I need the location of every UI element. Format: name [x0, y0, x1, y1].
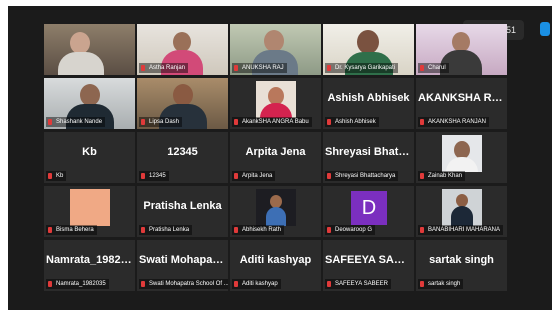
participant-label: Aditi kashyap — [232, 279, 281, 289]
participant-tile[interactable]: SAFEEYA SABEER SAFEEYA SABEER — [323, 240, 414, 291]
participant-tile[interactable]: Aditi kashyap Aditi kashyap — [230, 240, 321, 291]
participant-label: Swati Mohapatra School Of ... — [139, 279, 228, 289]
participant-label: Arpita Jena — [232, 171, 276, 181]
participant-avatar: D — [351, 191, 387, 225]
side-panel-icon[interactable] — [540, 22, 550, 36]
participant-label: Dr. Kysarya Garikapati — [325, 63, 399, 73]
participant-label: Kb — [46, 171, 67, 181]
participant-name: SAFEEYA SABEER — [325, 254, 414, 266]
participant-label: AKANKSHA RANJAN — [418, 117, 490, 127]
participant-name: Shreyasi Bhatta... — [325, 146, 414, 158]
participant-tile[interactable]: ANUKSHA RAJ — [230, 24, 321, 75]
participant-tile[interactable]: Abhisekh Rath — [230, 186, 321, 237]
participant-tile[interactable]: D Deowaroop G — [323, 186, 414, 237]
participant-name: Namrata_19820... — [46, 254, 135, 266]
participant-label: ANUKSHA RAJ — [232, 63, 287, 73]
participant-video — [44, 24, 135, 75]
participant-tile[interactable]: Shreyasi Bhatta... Shreyasi Bhattacharya — [323, 132, 414, 183]
participant-label: AkankSHA ANGRA Babu — [232, 117, 312, 127]
participant-tile[interactable]: Namrata_19820... Namrata_1982035 — [44, 240, 135, 291]
participant-photo — [70, 189, 110, 226]
participant-tile[interactable]: Zainab Khan — [416, 132, 507, 183]
participant-label: sartak singh — [418, 279, 464, 289]
participant-name: 12345 — [167, 146, 198, 158]
participant-name: Aditi kashyap — [239, 254, 312, 266]
participant-tile[interactable]: Kb Kb — [44, 132, 135, 183]
participant-name: Pratisha Lenka — [143, 200, 222, 212]
participant-photo — [256, 189, 296, 226]
participant-tile[interactable]: Shashank Nande — [44, 78, 135, 129]
participant-label: BANABIHARI MAHARANA — [418, 225, 504, 235]
participant-name: Kb — [82, 146, 97, 158]
participant-label: Abhisekh Rath — [232, 225, 285, 235]
participant-label: Lipsa Dash — [139, 117, 183, 127]
participant-name: Arpita Jena — [245, 146, 306, 158]
participant-label: Shashank Nande — [46, 117, 106, 127]
participant-photo — [442, 189, 482, 226]
participant-tile[interactable]: 12345 12345 — [137, 132, 228, 183]
participant-tile[interactable]: Bisma Behera — [44, 186, 135, 237]
participant-label: SAFEEYA SABEER — [325, 279, 391, 289]
participant-tile[interactable]: Dr. Kysarya Garikapati — [323, 24, 414, 75]
participant-tile[interactable]: Pratisha Lenka Pratisha Lenka — [137, 186, 228, 237]
participant-tile[interactable]: Astha Ranjan — [137, 24, 228, 75]
participant-tile[interactable]: AkankSHA ANGRA Babu — [230, 78, 321, 129]
participant-grid: Astha Ranjan ANUKSHA RAJ Dr. Kysarya Gar… — [44, 24, 508, 292]
participant-name: Ashish Abhisek — [327, 92, 410, 104]
participant-label: Deowaroop G — [325, 225, 376, 235]
participant-label: Astha Ranjan — [139, 63, 189, 73]
participant-tile[interactable]: BANABIHARI MAHARANA — [416, 186, 507, 237]
participant-photo — [442, 135, 482, 172]
meeting-stage: 00:40:51 Astha Ranjan ANUKSHA RAJ — [8, 6, 552, 310]
participant-photo — [256, 81, 296, 118]
participant-label: Ashish Abhisek — [325, 117, 379, 127]
participant-label: Zainab Khan — [418, 171, 466, 181]
participant-label: Charul — [418, 63, 449, 73]
participant-label: 12345 — [139, 171, 169, 181]
participant-tile[interactable]: AKANKSHA RA... AKANKSHA RANJAN — [416, 78, 507, 129]
participant-tile[interactable]: Ashish Abhisek Ashish Abhisek — [323, 78, 414, 129]
participant-tile[interactable]: Swati Mohapatr... Swati Mohapatra School… — [137, 240, 228, 291]
participant-label: Pratisha Lenka — [139, 225, 193, 235]
participant-label: Shreyasi Bhattacharya — [325, 171, 399, 181]
participant-tile[interactable] — [44, 24, 135, 75]
participant-tile[interactable]: Lipsa Dash — [137, 78, 228, 129]
participant-label: Namrata_1982035 — [46, 279, 109, 289]
participant-name: AKANKSHA RA... — [418, 92, 507, 104]
participant-tile[interactable]: Arpita Jena Arpita Jena — [230, 132, 321, 183]
participant-label: Bisma Behera — [46, 225, 97, 235]
participant-tile[interactable]: sartak singh sartak singh — [416, 240, 507, 291]
participant-name: Swati Mohapatr... — [139, 254, 228, 266]
participant-tile[interactable]: Charul — [416, 24, 507, 75]
participant-name: sartak singh — [429, 254, 494, 266]
